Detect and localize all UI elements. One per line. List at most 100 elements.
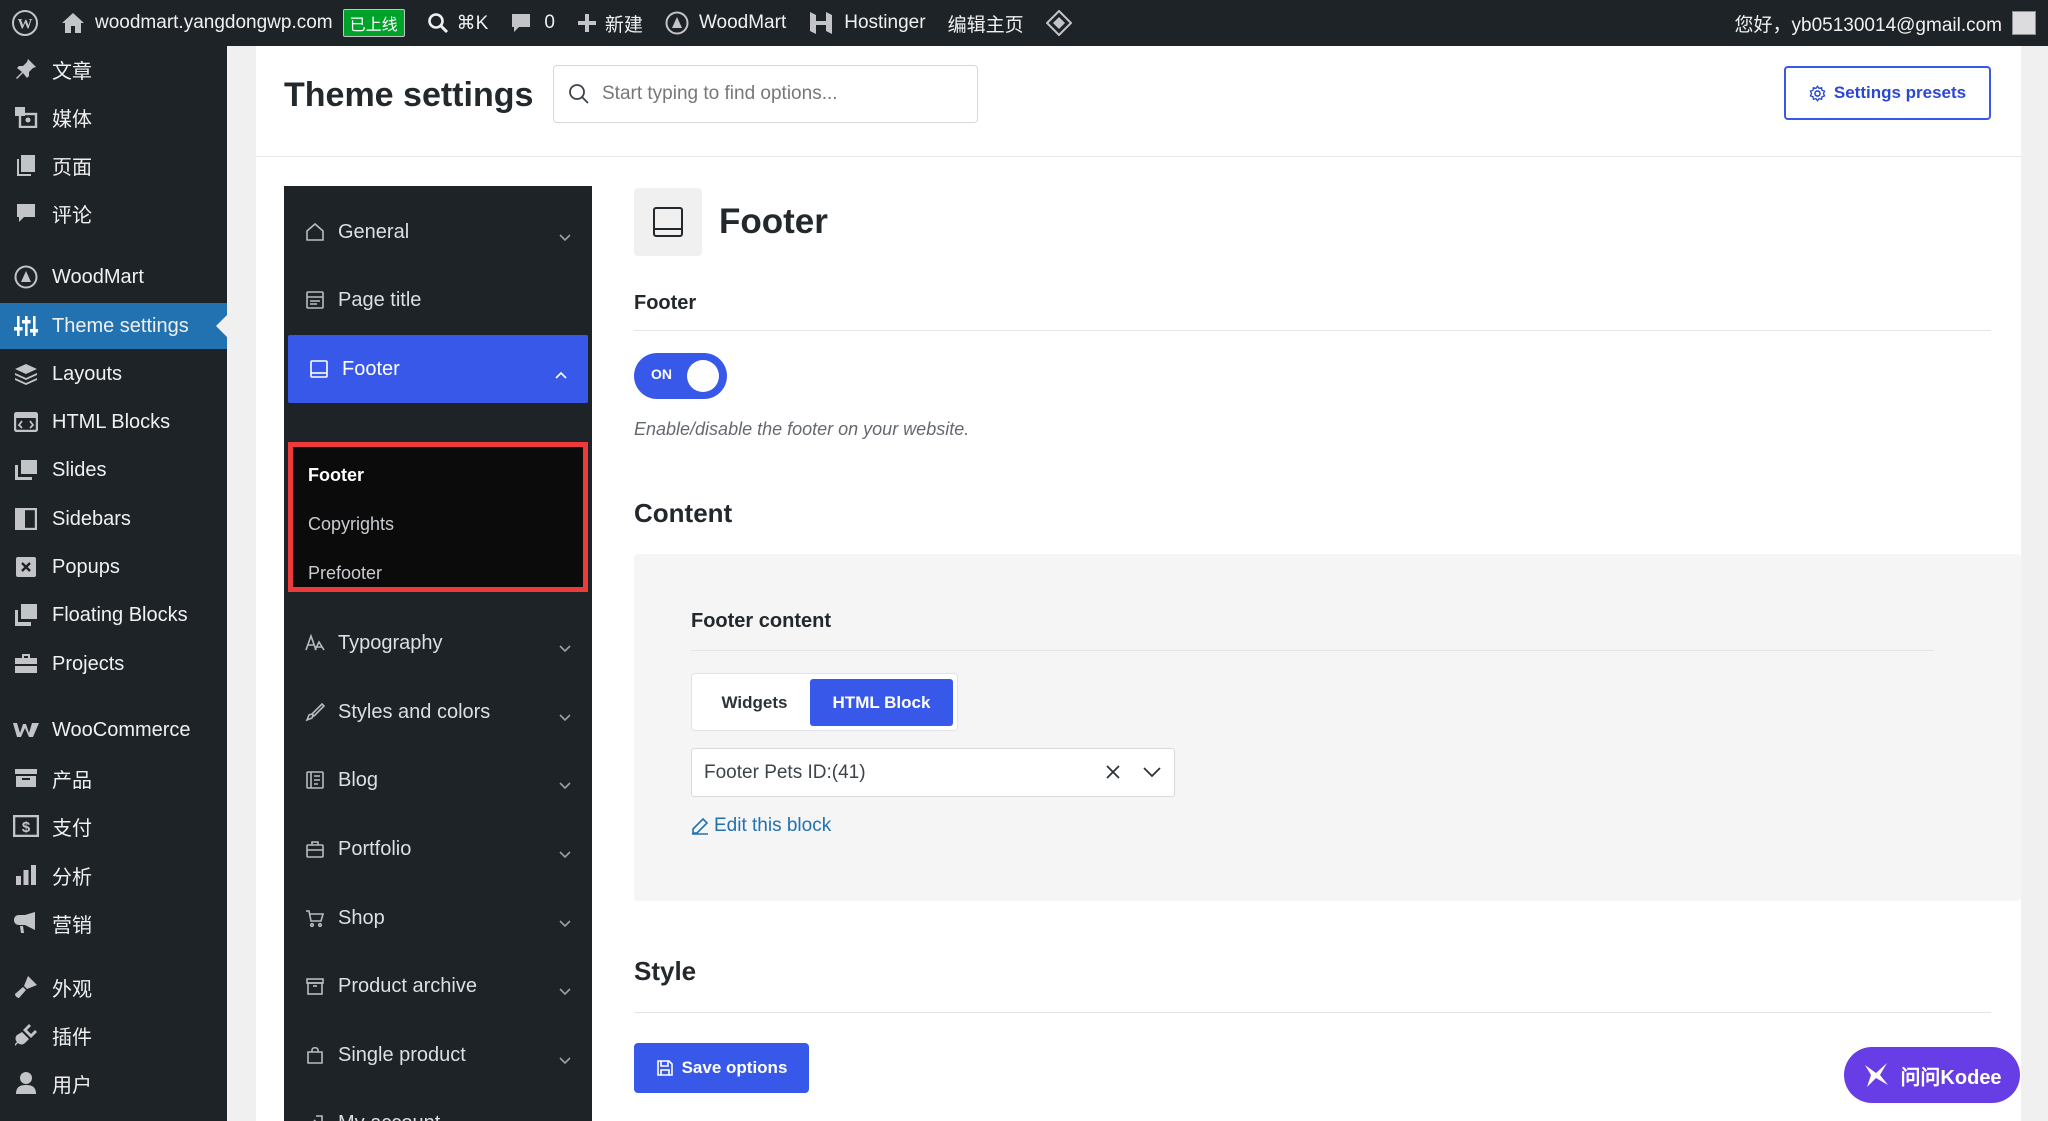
search-field[interactable] [553,65,978,123]
html-block-icon [0,412,52,432]
menu-item-slides[interactable]: Slides [0,447,227,493]
nav-label: General [338,220,410,243]
menu-item-users[interactable]: 用户 [0,1060,227,1106]
nav-label: My account [338,1112,440,1121]
settings-presets-button[interactable]: Settings presets [1784,66,1991,120]
woocommerce-icon [0,721,52,739]
nav-item-footer[interactable]: Footer [288,335,588,403]
menu-label: HTML Blocks [52,410,171,433]
nav-item-styles-colors[interactable]: Styles and colors [284,678,592,746]
toggle-text: ON [651,366,672,382]
gear-icon [1809,84,1826,102]
diamond-icon[interactable] [1035,0,1083,46]
nav-item-general[interactable]: General [284,198,592,266]
subnav-item-footer[interactable]: Footer [308,465,364,486]
chevron-down-icon [558,843,572,866]
site-name-link[interactable]: woodmart.yangdongwp.com 已上线 [50,0,416,46]
briefcase-icon [304,838,326,860]
megaphone-icon [0,911,52,935]
archive-icon [0,768,52,788]
woodmart-link[interactable]: WoodMart [654,0,797,46]
menu-item-media[interactable]: 媒体 [0,94,227,140]
option-html-block[interactable]: HTML Block [810,679,953,726]
nav-item-page-title[interactable]: Page title [284,266,592,334]
nav-item-shop[interactable]: Shop [284,884,592,952]
menu-item-appearance[interactable]: 外观 [0,964,227,1010]
menu-item-woocommerce[interactable]: WooCommerce [0,707,227,753]
menu-item-analytics[interactable]: 分析 [0,852,227,898]
brush-icon [304,701,326,723]
menu-item-theme-settings[interactable]: Theme settings [0,303,228,349]
home-icon [304,221,326,243]
footer-content-label: Footer content [691,610,831,632]
user-greeting[interactable]: 您好，yb05130014@gmail.com [1735,10,2002,37]
menu-item-layouts[interactable]: Layouts [0,351,227,397]
nav-item-blog[interactable]: Blog [284,746,592,814]
footer-icon [308,358,330,380]
save-options-button[interactable]: Save options [634,1043,809,1093]
menu-item-plugins[interactable]: 插件 [0,1012,227,1058]
nav-label: Typography [338,631,443,654]
menu-label: 营销 [52,914,92,937]
comments-link[interactable]: 0 [499,0,566,46]
chevron-down-icon [558,980,572,1003]
menu-item-comments[interactable]: 评论 [0,190,227,236]
subnav-item-prefooter[interactable]: Prefooter [308,563,382,584]
menu-item-woodmart[interactable]: WoodMart [0,254,227,300]
chevron-down-icon [558,226,572,249]
chevron-down-icon [558,774,572,797]
svg-text:$: $ [22,819,31,836]
woodmart-icon [665,11,689,35]
live-badge: 已上线 [342,9,405,37]
option-widgets[interactable]: Widgets [697,679,812,726]
menu-label: 分析 [52,866,92,889]
wordpress-logo-icon[interactable]: W [0,0,50,46]
menu-item-pages[interactable]: 页面 [0,142,227,188]
divider [634,330,1991,331]
briefcase-icon [0,653,52,675]
footer-toggle[interactable]: ON [634,353,727,399]
login-icon [304,1112,326,1121]
search-shortcut[interactable]: ⌘K [416,0,500,46]
layers-icon [0,363,52,385]
new-content-link[interactable]: 新建 [566,0,654,46]
avatar[interactable] [2012,11,2036,35]
pencil-icon [691,817,709,835]
kodee-chat-button[interactable]: 问问Kodee [1844,1047,2020,1103]
menu-item-products[interactable]: 产品 [0,755,227,801]
page-title: Theme settings [284,76,534,114]
nav-label: Product archive [338,974,477,997]
hostinger-link[interactable]: Hostinger [797,0,936,46]
menu-item-marketing[interactable]: 营销 [0,900,227,946]
nav-item-typography[interactable]: Typography [284,609,592,677]
sliders-icon [0,315,52,337]
menu-item-popups[interactable]: Popups [0,544,227,590]
nav-label: Styles and colors [338,700,491,723]
section-header: Footer [634,188,828,256]
subnav-item-copyrights[interactable]: Copyrights [308,514,394,535]
close-icon[interactable] [1104,763,1122,787]
menu-item-floating-blocks[interactable]: Floating Blocks [0,592,227,638]
edit-home-link[interactable]: 编辑主页 [937,0,1035,46]
menu-label: WoodMart [52,265,144,288]
menu-item-posts[interactable]: 文章 [0,46,227,92]
nav-item-product-archive[interactable]: Product archive [284,952,592,1020]
nav-item-portfolio[interactable]: Portfolio [284,815,592,883]
search-input[interactable] [602,83,942,105]
chevron-down-icon [558,912,572,935]
footer-field-label: Footer [634,292,697,314]
edit-block-link[interactable]: Edit this block [691,815,831,837]
menu-item-html-blocks[interactable]: HTML Blocks [0,399,227,445]
menu-label: Theme settings [52,314,189,337]
nav-item-my-account[interactable]: My account [284,1089,592,1121]
menu-item-payments[interactable]: $ 支付 [0,803,227,849]
cart-icon [304,907,326,929]
toggle-knob [687,360,719,392]
menu-item-sidebars[interactable]: Sidebars [0,496,227,542]
chevron-down-icon[interactable] [1142,764,1162,786]
nav-item-single-product[interactable]: Single product [284,1021,592,1089]
plugin-icon [0,1023,52,1047]
shortcut-label: ⌘K [456,12,489,34]
html-block-select[interactable]: Footer Pets ID:(41) [691,748,1175,797]
menu-item-projects[interactable]: Projects [0,641,227,687]
